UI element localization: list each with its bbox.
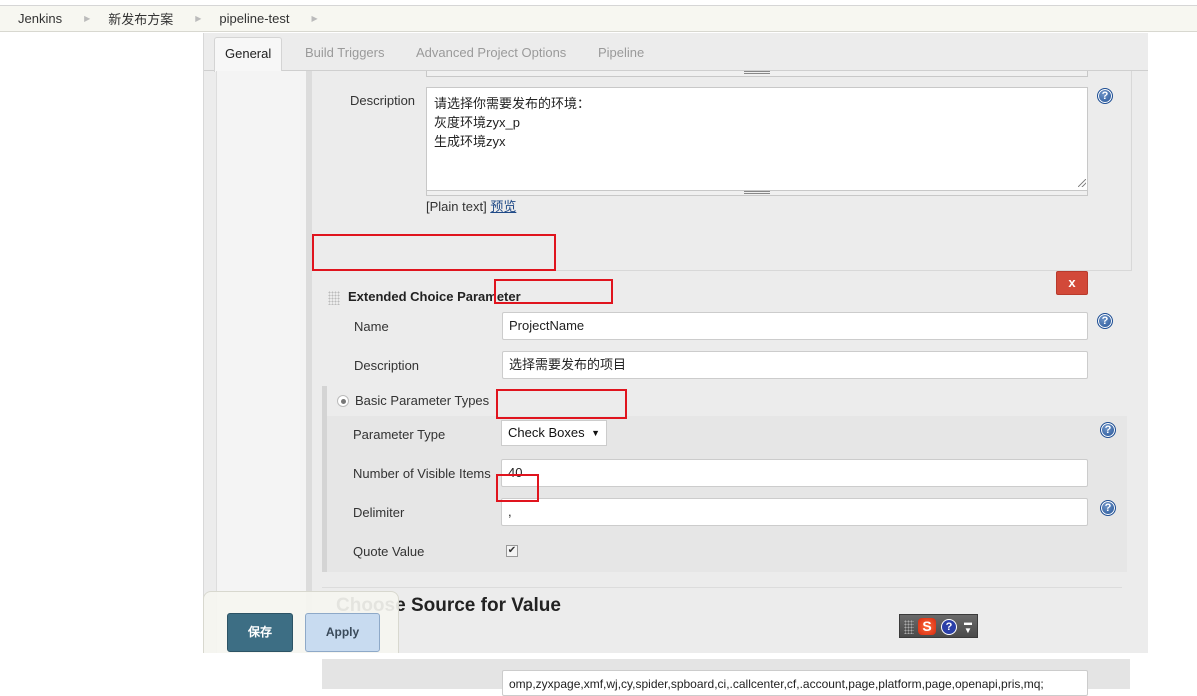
- tab-build-triggers[interactable]: Build Triggers: [295, 37, 394, 71]
- help-icon[interactable]: ?: [1100, 422, 1116, 438]
- sidebar: [0, 33, 203, 653]
- textarea-resize-bar[interactable]: [426, 191, 1088, 196]
- value-input[interactable]: omp,zyxpage,xmf,wj,cy,spider,spboard,ci,…: [502, 670, 1088, 696]
- apply-button[interactable]: Apply: [305, 613, 380, 652]
- preview-link[interactable]: 预览: [490, 199, 516, 214]
- tab-advanced-project-options[interactable]: Advanced Project Options: [406, 37, 576, 71]
- highlight-box-name: [494, 279, 613, 304]
- parameter-type-select[interactable]: Check Boxes ▼: [501, 420, 607, 446]
- right-margin: [1147, 33, 1197, 653]
- resize-grip-icon[interactable]: [744, 191, 770, 194]
- drag-handle-icon[interactable]: [904, 620, 914, 634]
- resize-grip-icon[interactable]: [744, 71, 770, 74]
- quote-value-checkbox[interactable]: ✔: [506, 545, 518, 557]
- resize-handle-icon[interactable]: [1078, 179, 1086, 187]
- help-icon[interactable]: ?: [1097, 88, 1113, 104]
- save-button[interactable]: 保存: [227, 613, 293, 652]
- basic-parameter-types-body: Parameter Type Check Boxes ▼ ? Number of…: [327, 416, 1127, 572]
- help-icon[interactable]: ?: [1097, 313, 1113, 329]
- delete-parameter-button[interactable]: x: [1056, 271, 1088, 295]
- breadcrumb-folder[interactable]: 新发布方案: [108, 9, 173, 28]
- parameters-content: Description 请选择你需要发布的环境： 灰度环境zyx_p 生成环境z…: [312, 71, 1148, 696]
- basic-parameter-types-label: Basic Parameter Types: [355, 393, 490, 408]
- delimiter-input[interactable]: ,: [501, 498, 1088, 526]
- config-panel: General Build Triggers Advanced Project …: [203, 33, 1148, 696]
- tab-pipeline[interactable]: Pipeline: [588, 37, 654, 71]
- drag-handle-icon[interactable]: [328, 291, 340, 305]
- help-icon[interactable]: ?: [1100, 500, 1116, 516]
- description-input[interactable]: 选择需要发布的项目: [502, 351, 1088, 379]
- highlight-box-delimiter: [496, 474, 539, 502]
- basic-parameter-types-section: Basic Parameter Types Parameter Type Che…: [322, 386, 1127, 572]
- tab-bar: General Build Triggers Advanced Project …: [204, 33, 1148, 72]
- highlight-box-title: [312, 234, 556, 271]
- format-line: [Plain text] 预览: [426, 196, 516, 215]
- collapsed-textarea: [426, 71, 1088, 77]
- name-input[interactable]: ProjectName: [502, 312, 1088, 340]
- quote-value-label: Quote Value: [353, 544, 425, 559]
- divider: [322, 587, 1122, 588]
- highlight-box-type: [496, 389, 627, 419]
- tab-general[interactable]: General: [214, 37, 283, 72]
- visible-items-label: Number of Visible Items: [353, 466, 491, 481]
- breadcrumb-jenkins[interactable]: Jenkins: [18, 11, 62, 26]
- breadcrumb: Jenkins ▶ 新发布方案 ▶ pipeline-test ▶: [0, 6, 1197, 32]
- save-bar: 保存 Apply: [203, 591, 399, 653]
- description-label: Description: [354, 358, 420, 373]
- breadcrumb-job[interactable]: pipeline-test: [219, 11, 289, 26]
- menu-icon[interactable]: ▬ ▼: [963, 619, 973, 635]
- description-label: Description: [350, 93, 416, 108]
- basic-parameter-types-radio[interactable]: [337, 395, 349, 407]
- visible-items-input[interactable]: 40: [501, 459, 1088, 487]
- ime-toolbar[interactable]: S ? ▬ ▼: [899, 614, 978, 638]
- delimiter-label: Delimiter: [353, 505, 405, 520]
- extended-choice-parameter-block: Extended Choice Parameter x Name Project…: [314, 271, 1132, 696]
- triangle-right-icon[interactable]: ▶: [84, 14, 90, 23]
- section-indent: [216, 71, 306, 653]
- triangle-right-icon[interactable]: ▶: [312, 14, 318, 23]
- parameter-type-value: Check Boxes: [508, 425, 585, 440]
- name-label: Name: [354, 319, 389, 334]
- dropdown-arrow-icon: ▼: [591, 428, 600, 438]
- basic-parameter-types-header: Basic Parameter Types: [327, 386, 1127, 416]
- help-icon[interactable]: ?: [941, 619, 957, 635]
- description-textarea[interactable]: 请选择你需要发布的环境： 灰度环境zyx_p 生成环境zyx: [426, 87, 1088, 191]
- parameter-type-label: Parameter Type: [353, 427, 446, 442]
- ime-logo-icon[interactable]: S: [918, 618, 936, 635]
- triangle-right-icon[interactable]: ▶: [195, 14, 201, 23]
- plain-text-label: [Plain text]: [426, 199, 487, 214]
